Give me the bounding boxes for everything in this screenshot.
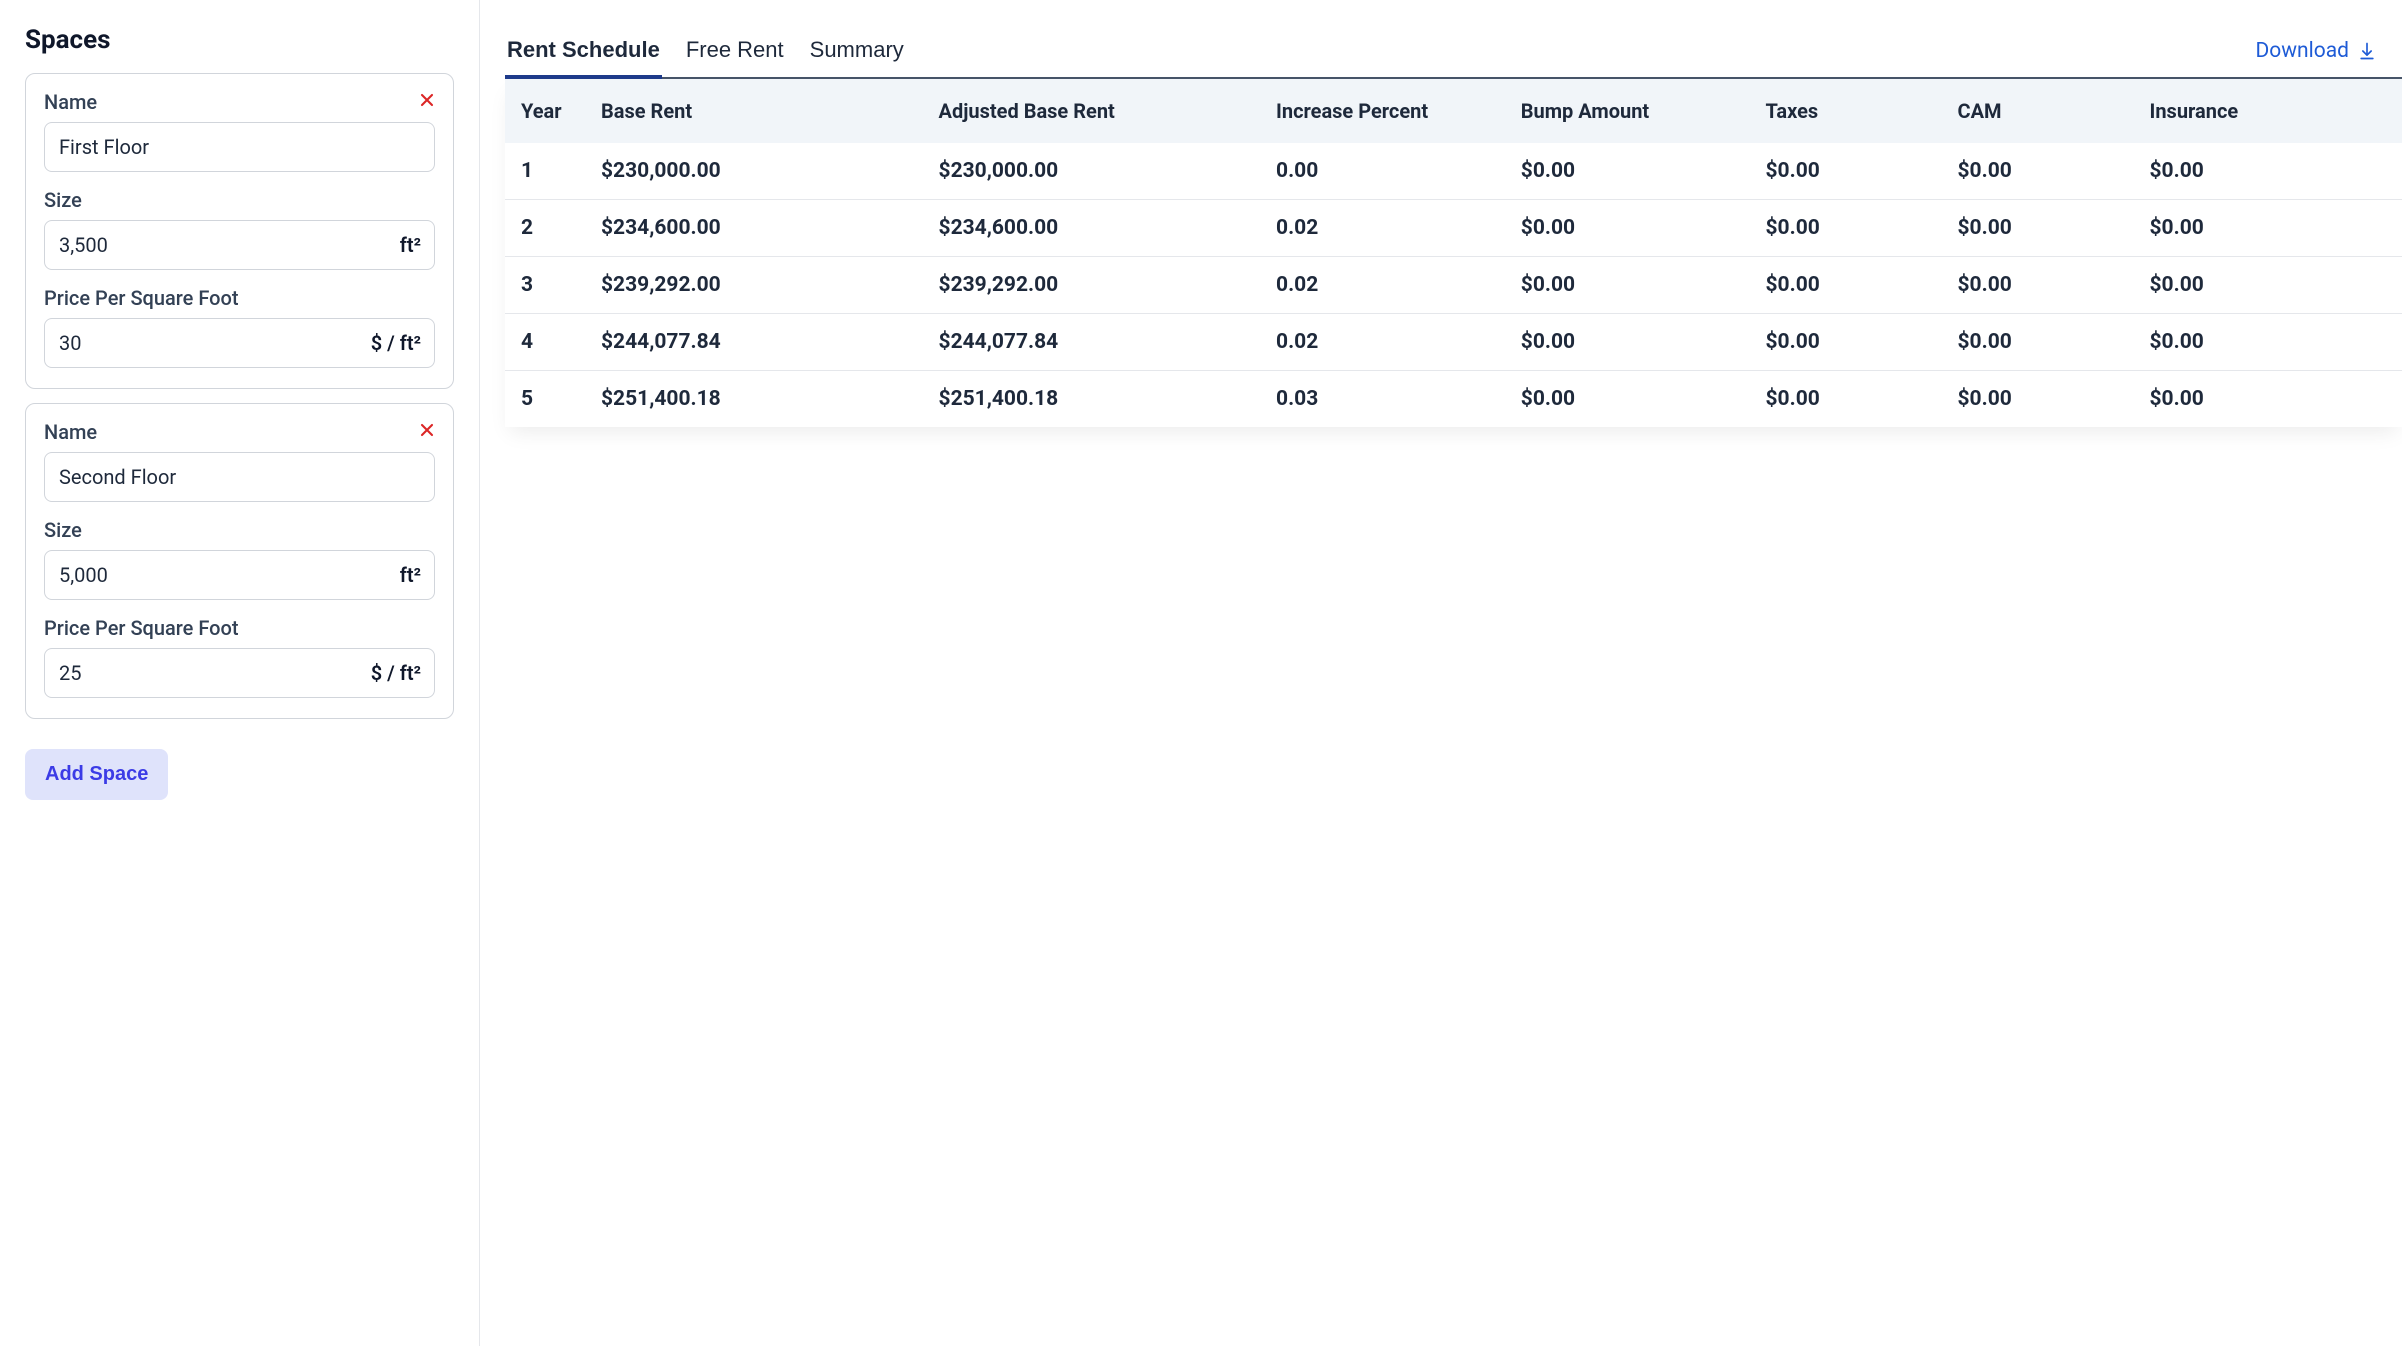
space-name-input[interactable]	[44, 122, 435, 172]
download-label: Download	[2256, 39, 2350, 63]
cell-cam: $0.00	[1942, 371, 2134, 428]
col-cam: CAM	[1942, 79, 2134, 143]
sidebar-title: Spaces	[25, 25, 454, 55]
download-link[interactable]: Download	[2256, 39, 2378, 63]
tab-free-rent[interactable]: Free Rent	[684, 27, 786, 79]
table-row: 2$234,600.00$234,600.000.02$0.00$0.00$0.…	[505, 200, 2402, 257]
col-insurance: Insurance	[2134, 79, 2402, 143]
cell-insurance: $0.00	[2134, 143, 2402, 200]
cell-year: 3	[505, 257, 585, 314]
cell-taxes: $0.00	[1750, 371, 1942, 428]
table-row: 4$244,077.84$244,077.840.02$0.00$0.00$0.…	[505, 314, 2402, 371]
cell-insurance: $0.00	[2134, 257, 2402, 314]
col-adjusted-base-rent: Adjusted Base Rent	[923, 79, 1261, 143]
table-scroll[interactable]: YearBase RentAdjusted Base RentIncrease …	[505, 79, 2402, 427]
remove-space-button[interactable]	[415, 418, 439, 442]
cell-increase: 0.02	[1260, 200, 1505, 257]
col-bump-amount: Bump Amount	[1505, 79, 1750, 143]
space-name-label: Name	[44, 90, 435, 114]
cell-bump: $0.00	[1505, 371, 1750, 428]
tabs-container: Rent Schedule Free Rent Summary	[505, 25, 906, 77]
table-row: 5$251,400.18$251,400.180.03$0.00$0.00$0.…	[505, 371, 2402, 428]
sidebar-spaces: Spaces NameSizeft²Price Per Square Foot$…	[0, 0, 480, 1346]
space-price-label: Price Per Square Foot	[44, 616, 435, 640]
cell-increase: 0.02	[1260, 257, 1505, 314]
col-increase-percent: Increase Percent	[1260, 79, 1505, 143]
col-year: Year	[505, 79, 585, 143]
download-icon	[2357, 41, 2377, 61]
cell-insurance: $0.00	[2134, 371, 2402, 428]
space-size-label: Size	[44, 188, 435, 212]
cell-cam: $0.00	[1942, 257, 2134, 314]
cell-adjusted: $239,292.00	[923, 257, 1261, 314]
cell-cam: $0.00	[1942, 200, 2134, 257]
table-row: 3$239,292.00$239,292.000.02$0.00$0.00$0.…	[505, 257, 2402, 314]
space-card: NameSizeft²Price Per Square Foot$ / ft²	[25, 73, 454, 389]
space-price-input[interactable]	[44, 648, 435, 698]
table-header-row: YearBase RentAdjusted Base RentIncrease …	[505, 79, 2402, 143]
cell-adjusted: $251,400.18	[923, 371, 1261, 428]
cell-adjusted: $234,600.00	[923, 200, 1261, 257]
space-name-label: Name	[44, 420, 435, 444]
cell-base_rent: $251,400.18	[585, 371, 923, 428]
space-name-input[interactable]	[44, 452, 435, 502]
col-taxes: Taxes	[1750, 79, 1942, 143]
cell-cam: $0.00	[1942, 314, 2134, 371]
cell-taxes: $0.00	[1750, 200, 1942, 257]
space-card: NameSizeft²Price Per Square Foot$ / ft²	[25, 403, 454, 719]
cell-year: 5	[505, 371, 585, 428]
cell-taxes: $0.00	[1750, 143, 1942, 200]
space-size-input[interactable]	[44, 550, 435, 600]
cell-insurance: $0.00	[2134, 200, 2402, 257]
tab-summary[interactable]: Summary	[808, 27, 906, 79]
cell-base_rent: $244,077.84	[585, 314, 923, 371]
cell-bump: $0.00	[1505, 257, 1750, 314]
space-price-input[interactable]	[44, 318, 435, 368]
add-space-button[interactable]: Add Space	[25, 749, 168, 800]
remove-space-button[interactable]	[415, 88, 439, 112]
cell-adjusted: $230,000.00	[923, 143, 1261, 200]
cell-base_rent: $234,600.00	[585, 200, 923, 257]
space-price-label: Price Per Square Foot	[44, 286, 435, 310]
cell-taxes: $0.00	[1750, 314, 1942, 371]
cell-adjusted: $244,077.84	[923, 314, 1261, 371]
cell-taxes: $0.00	[1750, 257, 1942, 314]
close-icon	[417, 90, 437, 110]
tabs-row: Rent Schedule Free Rent Summary Download	[505, 25, 2402, 79]
cell-increase: 0.00	[1260, 143, 1505, 200]
close-icon	[417, 420, 437, 440]
cell-year: 1	[505, 143, 585, 200]
cell-cam: $0.00	[1942, 143, 2134, 200]
cell-bump: $0.00	[1505, 143, 1750, 200]
rent-schedule-table: YearBase RentAdjusted Base RentIncrease …	[505, 79, 2402, 427]
cell-bump: $0.00	[1505, 200, 1750, 257]
cell-base_rent: $239,292.00	[585, 257, 923, 314]
cell-base_rent: $230,000.00	[585, 143, 923, 200]
tab-rent-schedule[interactable]: Rent Schedule	[505, 27, 662, 79]
cell-insurance: $0.00	[2134, 314, 2402, 371]
col-base-rent: Base Rent	[585, 79, 923, 143]
cell-increase: 0.03	[1260, 371, 1505, 428]
space-size-label: Size	[44, 518, 435, 542]
table-row: 1$230,000.00$230,000.000.00$0.00$0.00$0.…	[505, 143, 2402, 200]
cell-increase: 0.02	[1260, 314, 1505, 371]
space-size-input[interactable]	[44, 220, 435, 270]
main-content: Rent Schedule Free Rent Summary Download Y…	[480, 0, 2402, 1346]
cell-year: 2	[505, 200, 585, 257]
cell-bump: $0.00	[1505, 314, 1750, 371]
cell-year: 4	[505, 314, 585, 371]
